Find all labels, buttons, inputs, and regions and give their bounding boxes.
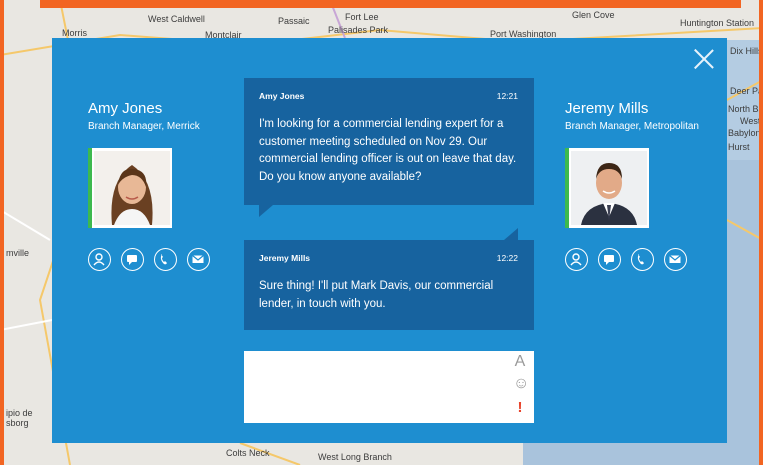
map-label: Glen Cove: [572, 10, 615, 20]
map-label: Colts Neck: [226, 448, 270, 458]
email-icon[interactable]: [664, 248, 687, 271]
presence-indicator: [565, 148, 569, 228]
map-label: Morris: [62, 28, 87, 38]
message-sender: Jeremy Mills: [259, 253, 311, 263]
bubble-tail: [504, 228, 518, 240]
map-label: Hurst: [728, 142, 750, 152]
right-contact-actions: [565, 248, 687, 271]
chat-icon[interactable]: [598, 248, 621, 271]
frame-border: [0, 0, 4, 465]
message-time: 12:21: [496, 91, 518, 101]
avatar[interactable]: [565, 148, 649, 228]
phone-icon[interactable]: [154, 248, 177, 271]
frame-border: [759, 0, 763, 465]
bubble-tail: [259, 205, 273, 217]
font-icon[interactable]: A: [513, 353, 527, 371]
message-text: Sure thing! I'll put Mark Davis, our com…: [259, 280, 494, 310]
emoji-icon[interactable]: ☺: [513, 375, 529, 393]
map-label: Dix Hills: [730, 46, 763, 56]
left-contact-actions: [88, 248, 210, 271]
contact-role: Branch Manager, Merrick: [88, 121, 200, 132]
right-contact: Jeremy Mills Branch Manager, Metropolita…: [565, 100, 699, 134]
map-label: mville: [6, 248, 30, 258]
message-bubble: Amy Jones 12:21 I'm looking for a commer…: [244, 78, 534, 205]
presence-indicator: [88, 148, 92, 228]
avatar[interactable]: [88, 148, 172, 228]
contact-name: Amy Jones: [88, 100, 163, 117]
left-contact: Amy Jones Branch Manager, Merrick: [88, 100, 200, 134]
phone-icon[interactable]: [631, 248, 654, 271]
map-label: Huntington Station: [680, 18, 755, 28]
message-input[interactable]: [252, 355, 502, 375]
profile-icon[interactable]: [565, 248, 588, 271]
message-bubble: Jeremy Mills 12:22 Sure thing! I'll put …: [244, 240, 534, 330]
map-label: ipio de: [6, 408, 33, 418]
message-time: 12:22: [496, 253, 518, 263]
map-label: West Caldwell: [148, 14, 205, 24]
map-label: West: [740, 116, 761, 126]
message-sender: Amy Jones: [259, 91, 305, 101]
message-text: I'm looking for a commercial lending exp…: [259, 118, 517, 183]
map-label: Babylon: [728, 128, 761, 138]
map-label: Palisades Park: [328, 25, 389, 35]
avatar-photo: [94, 151, 170, 225]
frame-border: [40, 0, 741, 8]
chat-icon[interactable]: [121, 248, 144, 271]
close-icon[interactable]: [693, 48, 715, 70]
email-icon[interactable]: [187, 248, 210, 271]
map-label: West Long Branch: [318, 452, 392, 462]
avatar-photo: [571, 151, 647, 225]
map-label: North Babylon: [728, 104, 763, 114]
profile-icon[interactable]: [88, 248, 111, 271]
priority-icon[interactable]: !: [513, 399, 527, 416]
map-label: Passaic: [278, 16, 310, 26]
message-composer: A ☺ !: [244, 351, 534, 423]
map-label: Fort Lee: [345, 12, 379, 22]
contact-name: Jeremy Mills: [565, 100, 649, 117]
chat-dialog: Amy Jones Branch Manager, Merrick Jeremy…: [52, 38, 727, 443]
map-label: sborg: [6, 418, 29, 428]
contact-role: Branch Manager, Metropolitan: [565, 121, 699, 132]
